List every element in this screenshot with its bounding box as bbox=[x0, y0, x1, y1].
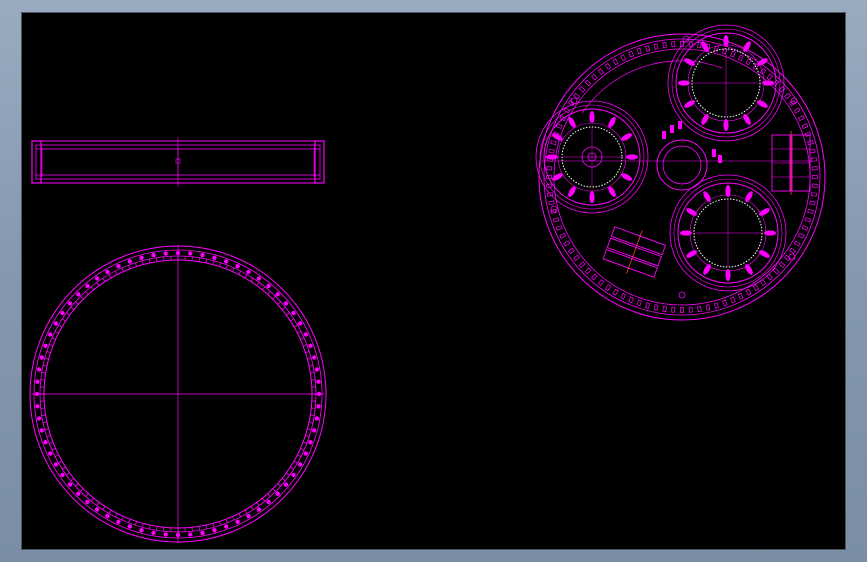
lower-left-bearing-block bbox=[602, 226, 667, 278]
cad-drawing-canvas[interactable] bbox=[22, 13, 845, 549]
planet-gear-1 bbox=[667, 24, 785, 142]
planet-gear-2 bbox=[535, 100, 649, 214]
planet-gear-3 bbox=[669, 174, 787, 292]
assembly-plan-view[interactable] bbox=[535, 24, 826, 321]
sun-gear-inner bbox=[662, 145, 702, 185]
ring-plan-view[interactable] bbox=[29, 245, 327, 543]
mount-hole-bottom-left bbox=[550, 205, 558, 213]
side-view-bolt-ticks bbox=[41, 147, 315, 177]
side-view-right-cap bbox=[314, 140, 325, 184]
side-view-left-cap bbox=[31, 140, 42, 184]
mount-hole-bottom bbox=[678, 291, 686, 299]
side-elevation-view[interactable] bbox=[31, 137, 325, 187]
assembly-guide-arc bbox=[581, 60, 723, 114]
cad-model-viewport[interactable] bbox=[22, 13, 845, 549]
